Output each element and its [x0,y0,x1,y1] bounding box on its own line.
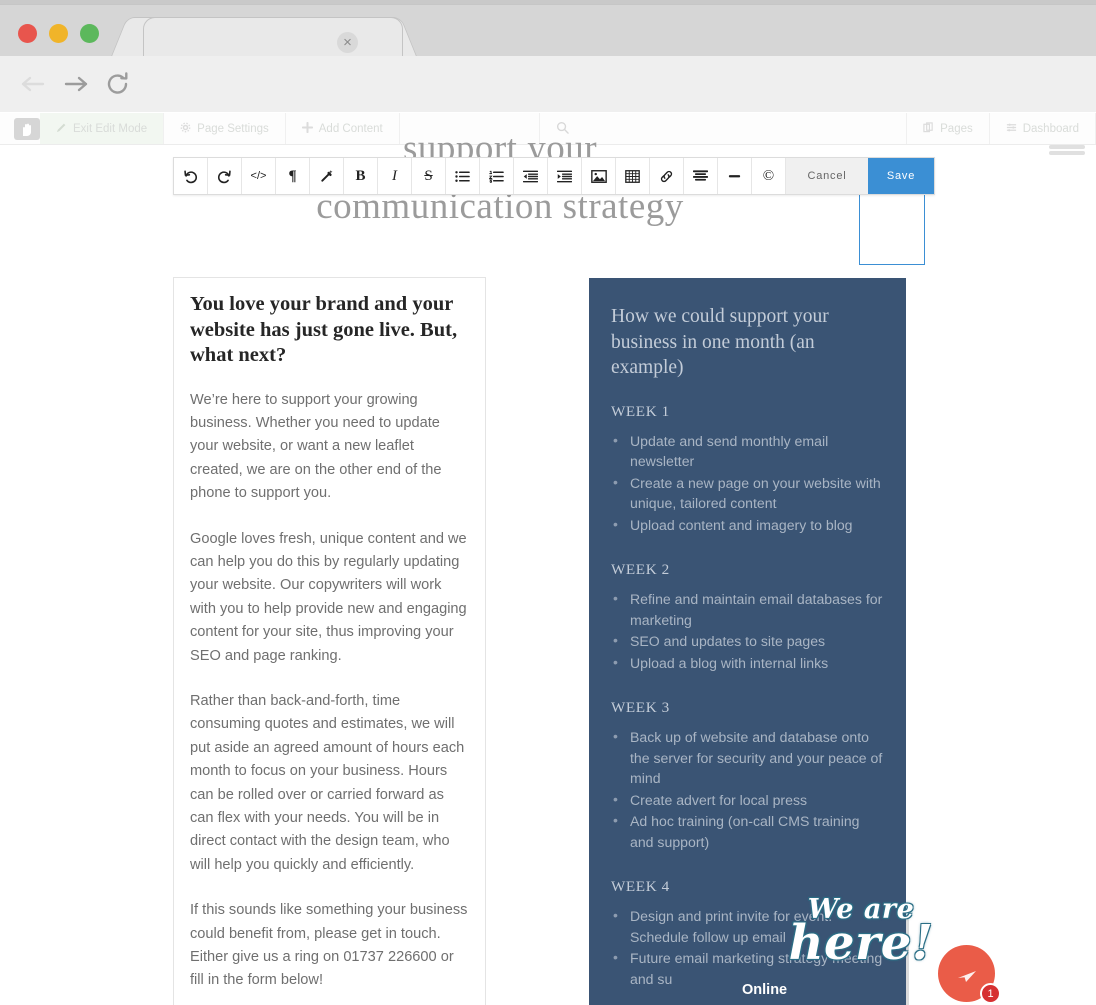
left-paragraph-2: Google loves fresh, unique content and w… [190,530,467,664]
reload-icon[interactable] [102,68,134,100]
italic-icon[interactable]: I [378,158,412,194]
week-2-title: WEEK 2 [611,561,670,578]
list-item: Upload content and imagery to blog [611,514,884,536]
outdent-icon[interactable] [514,158,548,194]
horizontal-rule-icon[interactable] [718,158,752,194]
code-view-icon[interactable]: </> [242,158,276,194]
close-tab-icon[interactable]: × [337,32,358,53]
ordered-list-icon[interactable] [480,158,514,194]
maximize-window-button[interactable] [80,24,99,43]
list-item: Create a new page on your website with u… [611,472,884,514]
redo-icon[interactable] [208,158,242,194]
insert-link-icon[interactable] [650,158,684,194]
left-paragraph-1: We’re here to support your growing busin… [190,391,442,502]
left-paragraph-3: Rather than back-and-forth, time consumi… [190,692,465,873]
left-content-block[interactable]: You love your brand and your website has… [173,277,486,1005]
unordered-list-icon[interactable] [446,158,480,194]
window-traffic-lights[interactable] [18,24,99,43]
undo-icon[interactable] [174,158,208,194]
list-item: Update and send monthly email newsletter [611,430,884,472]
list-item: Refine and maintain email databases for … [611,588,884,630]
week-3-title: WEEK 3 [611,699,670,716]
list-item: SEO and updates to site pages [611,630,884,652]
special-character-icon[interactable]: © [752,158,786,194]
chat-wordmark-line-2: here! [788,915,934,971]
minimize-window-button[interactable] [49,24,68,43]
list-item: Back up of website and database onto the… [611,726,884,789]
browser-chrome: × [0,0,1096,159]
back-icon[interactable] [18,68,50,100]
chat-status-label: Online [742,982,788,998]
save-dropdown-panel[interactable] [859,195,925,265]
week-2-list: Refine and maintain email databases for … [611,588,884,674]
browser-tab[interactable] [143,17,403,61]
dashboard-button[interactable]: Dashboard [990,113,1096,144]
paragraph-format-icon[interactable]: ¶ [276,158,310,194]
browser-tabstrip: × [0,4,1096,61]
dashboard-label: Dashboard [1022,122,1079,135]
week-1-title: WEEK 1 [611,402,670,420]
forward-icon[interactable] [60,68,92,100]
chat-bubble-wrap[interactable]: 1 [938,945,1001,1004]
strikethrough-icon[interactable]: S [412,158,446,194]
cancel-button[interactable]: Cancel [786,158,868,194]
close-window-button[interactable] [18,24,37,43]
insert-table-icon[interactable] [616,158,650,194]
chat-wordmark: We are here! [786,896,936,967]
insert-image-icon[interactable] [582,158,616,194]
week-section-2: WEEK 2 Refine and maintain email databas… [611,561,884,673]
chat-unread-badge: 1 [980,983,1001,1004]
sliders-icon [1006,122,1017,136]
screenshot-root: × Exit Edit Mode Page Settings Add Conte… [0,0,1096,1005]
right-heading: How we could support your business in on… [611,306,829,378]
browser-navbar [0,56,1096,159]
align-icon[interactable] [684,158,718,194]
clear-formatting-icon[interactable] [310,158,344,194]
list-item: Create advert for local press [611,789,884,811]
list-item: Upload a blog with internal links [611,652,884,674]
page-right-margin [906,277,1096,917]
week-section-1: WEEK 1 Update and send monthly email new… [611,403,884,536]
list-item: Ad hoc training (on-call CMS training an… [611,810,884,852]
left-heading: You love your brand and your website has… [190,293,458,366]
indent-icon[interactable] [548,158,582,194]
week-3-list: Back up of website and database onto the… [611,726,884,852]
week-1-list: Update and send monthly email newsletter… [611,430,884,536]
rich-text-editor-toolbar: </> ¶ B I S © Cancel Save [173,157,935,195]
left-paragraph-4: If this sounds like something your busin… [190,902,468,989]
bold-icon[interactable]: B [344,158,378,194]
week-section-3: WEEK 3 Back up of website and database o… [611,699,884,852]
nav-buttons [18,68,134,100]
save-button[interactable]: Save [868,158,934,194]
